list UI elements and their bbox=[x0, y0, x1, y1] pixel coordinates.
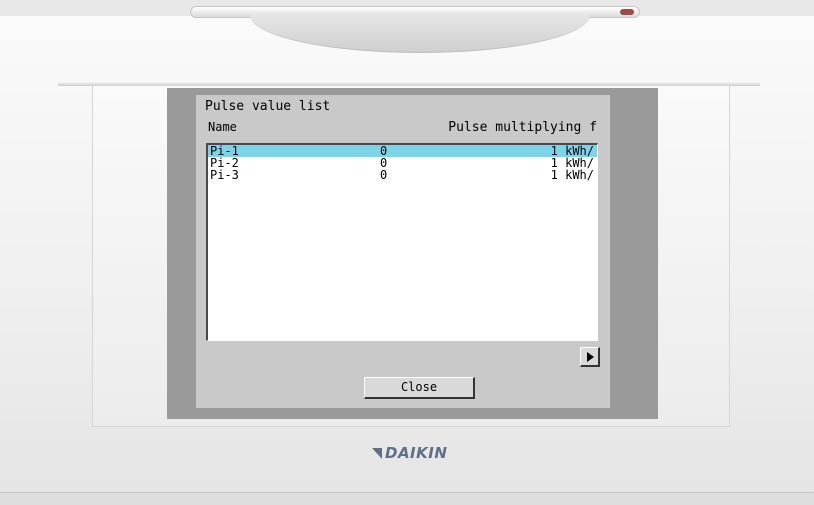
row-value: 0 bbox=[380, 168, 388, 182]
close-button[interactable]: Close bbox=[364, 377, 475, 399]
dialog-title: Pulse value list bbox=[205, 99, 331, 114]
pulse-value-list[interactable]: Pi-1 0 1 kWh/ Pi-2 0 1 kWh/ Pi-3 0 1 kWh… bbox=[206, 143, 598, 341]
list-item[interactable]: Pi-1 0 1 kWh/ bbox=[208, 145, 597, 157]
controller-device: Pulse value list Name Pulse multiplying … bbox=[0, 0, 814, 505]
list-item[interactable]: Pi-2 0 1 kWh/ bbox=[208, 157, 597, 169]
scroll-right-button[interactable] bbox=[580, 347, 600, 367]
pulse-value-dialog: Pulse value list Name Pulse multiplying … bbox=[196, 95, 610, 408]
daikin-logo-mark bbox=[372, 447, 382, 459]
top-recess bbox=[250, 14, 590, 53]
daikin-logo: DAIKIN bbox=[372, 443, 447, 463]
daikin-logo-text: DAIKIN bbox=[385, 444, 448, 462]
row-multiplier: 1 kWh/ bbox=[550, 168, 594, 182]
list-item[interactable]: Pi-3 0 1 kWh/ bbox=[208, 169, 597, 181]
row-name: Pi-3 bbox=[210, 168, 239, 182]
triangle-right-icon bbox=[587, 352, 594, 362]
stylus-tip bbox=[620, 9, 634, 15]
device-bottom-edge bbox=[0, 492, 814, 505]
column-header-name: Name bbox=[208, 120, 237, 134]
column-header-multiplier: Pulse multiplying f bbox=[448, 120, 597, 135]
